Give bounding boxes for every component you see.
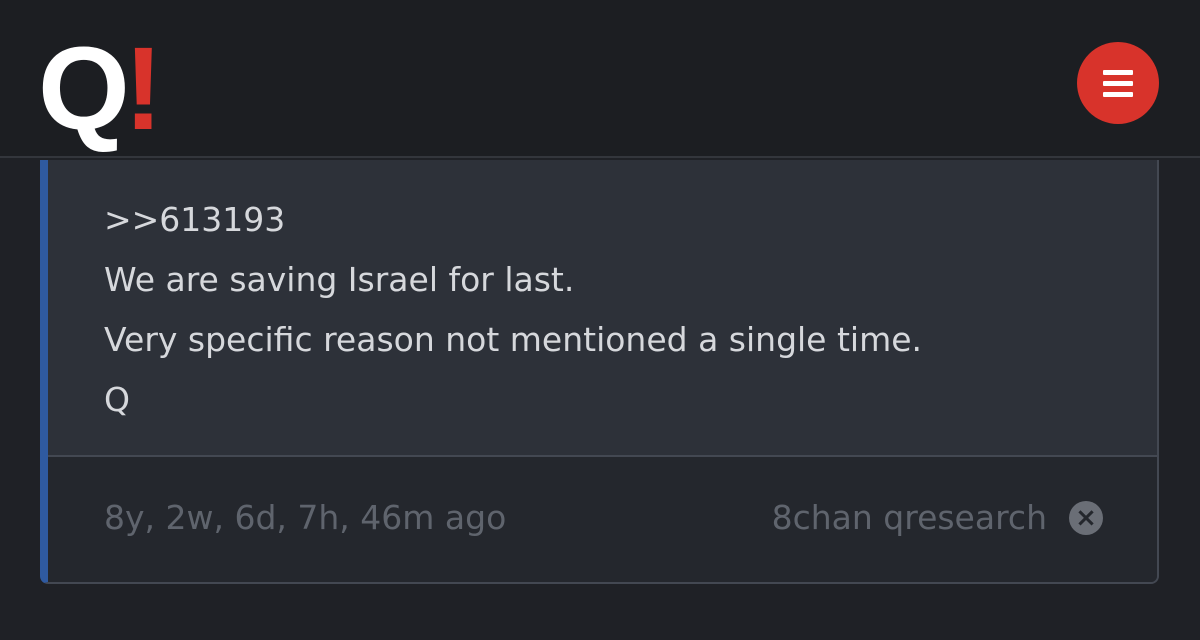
post-text-line: We are saving Israel for last. bbox=[104, 260, 575, 299]
logo-exclamation: ! bbox=[123, 23, 164, 155]
menu-button[interactable] bbox=[1077, 42, 1159, 124]
post-reference-link[interactable]: >>613193 bbox=[104, 190, 1137, 250]
hamburger-menu-icon-bar bbox=[1103, 80, 1133, 86]
logo-letter: Q bbox=[38, 23, 130, 155]
post-timestamp: 8y, 2w, 6d, 7h, 46m ago bbox=[104, 498, 507, 537]
post-source: 8chan qresearch bbox=[771, 498, 1047, 537]
hamburger-menu-icon bbox=[1103, 69, 1133, 75]
post-text-line: Very specific reason not mentioned a sin… bbox=[104, 320, 923, 359]
q-logo[interactable]: Q ! bbox=[38, 30, 163, 148]
top-bar: Q ! bbox=[0, 0, 1200, 158]
post-footer: 8y, 2w, 6d, 7h, 46m ago 8chan qresearch … bbox=[48, 455, 1157, 582]
post-body: >>613193 We are saving Israel for last. … bbox=[104, 190, 1137, 430]
close-icon[interactable]: × bbox=[1069, 501, 1103, 535]
post-signature: Q bbox=[104, 380, 130, 419]
hamburger-menu-icon-bar bbox=[1103, 91, 1133, 97]
post-card: >>613193 We are saving Israel for last. … bbox=[40, 160, 1159, 584]
